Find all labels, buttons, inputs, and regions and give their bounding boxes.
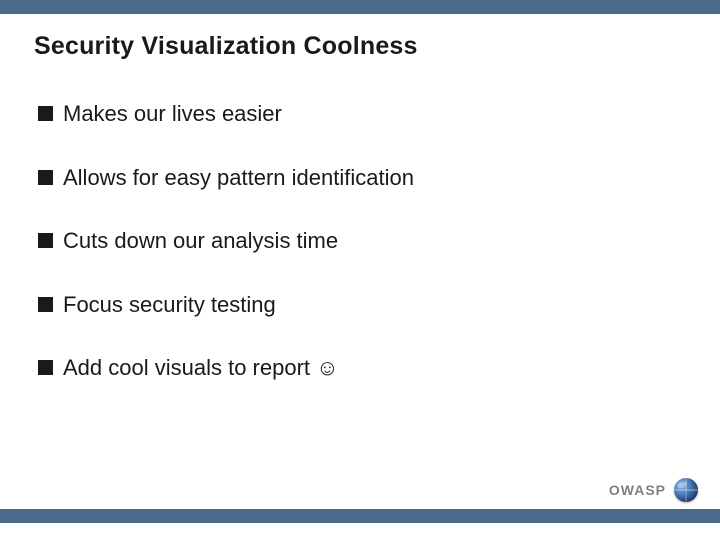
bullet-text: Add cool visuals to report ☺ xyxy=(63,354,339,382)
list-item: Makes our lives easier xyxy=(38,100,678,128)
slide-title: Security Visualization Coolness xyxy=(34,32,418,61)
bottom-accent-bar xyxy=(0,509,720,523)
square-bullet-icon xyxy=(38,297,53,312)
square-bullet-icon xyxy=(38,106,53,121)
list-item: Allows for easy pattern identification xyxy=(38,164,678,192)
bullet-text: Cuts down our analysis time xyxy=(63,227,338,255)
footer-logo: OWASP xyxy=(609,478,698,502)
bullet-list: Makes our lives easier Allows for easy p… xyxy=(38,100,678,418)
square-bullet-icon xyxy=(38,360,53,375)
square-bullet-icon xyxy=(38,170,53,185)
list-item: Add cool visuals to report ☺ xyxy=(38,354,678,382)
list-item: Cuts down our analysis time xyxy=(38,227,678,255)
top-accent-bar xyxy=(0,0,720,14)
bullet-text: Allows for easy pattern identification xyxy=(63,164,414,192)
square-bullet-icon xyxy=(38,233,53,248)
globe-icon xyxy=(674,478,698,502)
bullet-text: Focus security testing xyxy=(63,291,276,319)
footer-org-text: OWASP xyxy=(609,482,666,498)
bullet-text: Makes our lives easier xyxy=(63,100,282,128)
list-item: Focus security testing xyxy=(38,291,678,319)
